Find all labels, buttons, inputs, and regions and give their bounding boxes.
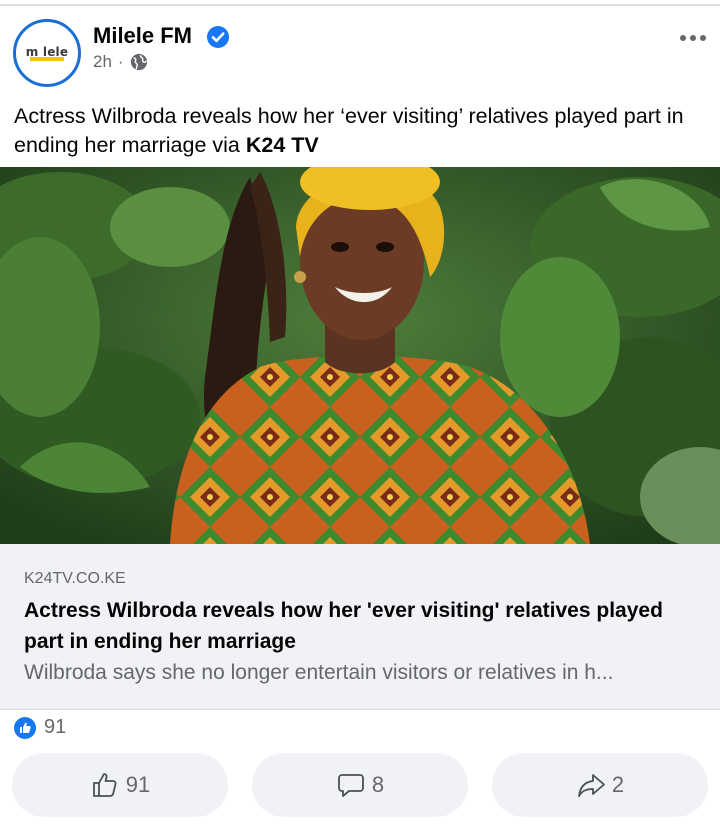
globe-icon xyxy=(130,53,147,71)
card-divider xyxy=(0,709,720,710)
meta-separator: · xyxy=(117,52,124,71)
like-reaction-icon[interactable] xyxy=(14,717,36,739)
top-divider xyxy=(0,4,720,6)
more-options-icon[interactable] xyxy=(678,28,708,48)
post-meta: 2h · xyxy=(93,52,148,72)
share-button[interactable]: 2 xyxy=(492,753,708,817)
link-title[interactable]: Actress Wilbroda reveals how her 'ever v… xyxy=(24,595,684,657)
link-description: Wilbroda says she no longer entertain vi… xyxy=(24,661,614,684)
page-name[interactable]: Milele FM xyxy=(93,23,192,49)
thumbs-up-icon xyxy=(92,773,117,797)
post-caption-source: K24 TV xyxy=(245,133,319,157)
share-count: 2 xyxy=(611,772,625,797)
post-timestamp[interactable]: 2h xyxy=(93,52,112,72)
link-domain: K24TV.CO.KE xyxy=(24,570,126,587)
post-caption-text: Actress Wilbroda reveals how her ‘ever v… xyxy=(14,104,684,157)
reaction-count[interactable]: 91 xyxy=(44,716,66,739)
post-caption: Actress Wilbroda reveals how her ‘ever v… xyxy=(14,102,708,160)
page-avatar[interactable]: m lele xyxy=(13,19,81,87)
like-button[interactable]: 91 xyxy=(12,753,228,817)
like-count: 91 xyxy=(125,772,151,797)
comment-button[interactable]: 8 xyxy=(252,753,468,817)
comment-icon xyxy=(337,774,364,797)
comment-count: 8 xyxy=(371,772,385,797)
milele-logo: m lele xyxy=(20,26,74,80)
photo-illustration xyxy=(0,167,720,544)
post-photo[interactable] xyxy=(0,167,720,544)
share-icon xyxy=(577,774,605,797)
logo-underline xyxy=(30,57,64,61)
verified-badge-icon xyxy=(207,26,229,48)
